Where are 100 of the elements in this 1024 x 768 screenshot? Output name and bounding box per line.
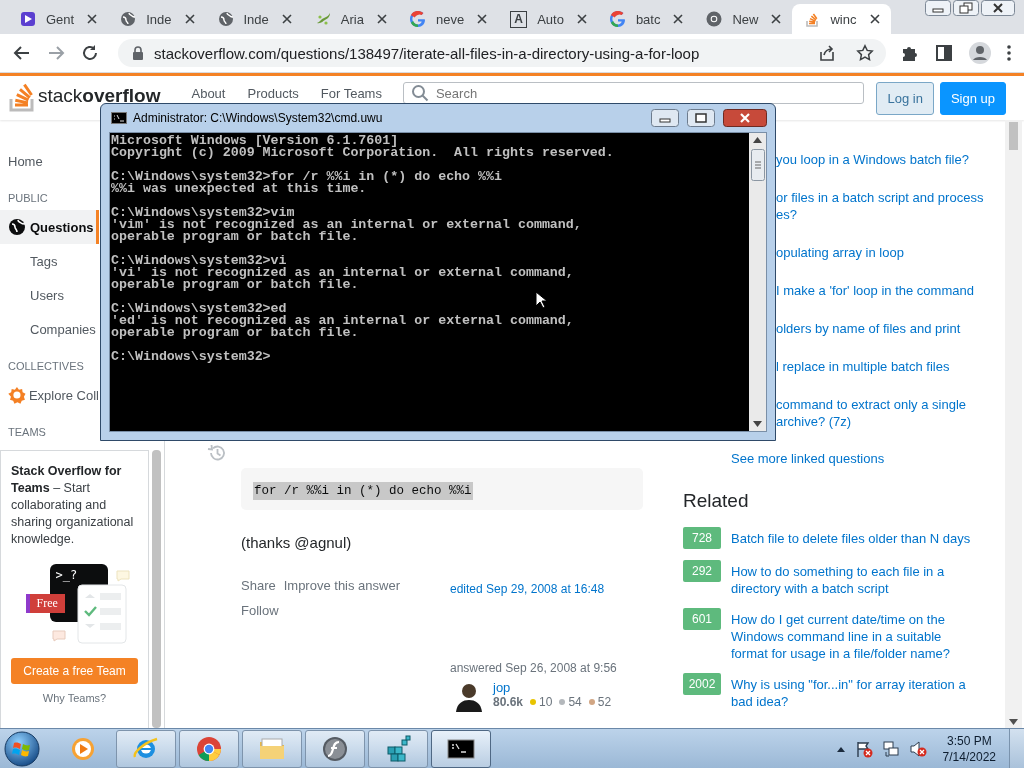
console-icon — [111, 112, 127, 124]
sidebar-item[interactable]: Users — [0, 278, 99, 312]
site-logo[interactable]: stackoverflow — [8, 80, 161, 112]
console-line: operable program or batch file. — [111, 231, 360, 243]
close-icon[interactable] — [980, 0, 1015, 16]
scroll-thumb-icon[interactable] — [750, 149, 765, 181]
scroll-up-icon[interactable] — [753, 137, 762, 143]
nav-link[interactable]: For Teams — [320, 86, 382, 101]
window-title: Administrator: C:\Windows\System32\cmd.uwu — [133, 111, 383, 125]
close-icon[interactable] — [723, 109, 767, 127]
post-menu-link[interactable]: Follow — [241, 602, 279, 619]
score-badge: 2002 — [683, 673, 721, 695]
post-menu-link[interactable]: Share — [241, 577, 276, 594]
prompt-text: >_? — [55, 568, 78, 582]
answer-text: (thanks @agnul) — [241, 534, 353, 551]
linked-question[interactable]: I make a 'for' loop in the command — [776, 282, 1005, 299]
user-name[interactable]: jop — [493, 680, 616, 695]
browser-tab[interactable]: Inde — [205, 4, 303, 34]
linked-question[interactable]: you loop in a Windows batch file? — [776, 151, 1005, 168]
browser-tab[interactable]: batc — [597, 4, 695, 34]
flag-error-icon[interactable] — [854, 739, 873, 758]
minimize-icon[interactable] — [924, 0, 951, 16]
badge-count: 54 — [568, 695, 582, 709]
browser-tab[interactable]: A Auto — [498, 4, 598, 34]
maximize-icon[interactable] — [687, 109, 715, 127]
profile-icon[interactable] — [968, 41, 992, 65]
scrollbar[interactable] — [1005, 120, 1022, 728]
badge-count: 10 — [539, 695, 553, 709]
browser-tab[interactable]: neve — [397, 4, 499, 34]
code-text: for /r %%i in (*) do echo %%i — [253, 482, 473, 500]
browser-icon — [195, 734, 223, 763]
related-question[interactable]: How to do something to each file in a directory with a batch script — [731, 563, 981, 597]
search-field[interactable]: Search — [402, 82, 865, 104]
globe-icon — [217, 11, 234, 27]
related-question[interactable]: How do I get current date/time on the Windows command line in a suitable format for usage in a file/folder name? — [731, 611, 981, 662]
edited-link[interactable]: edited Sep 29, 2008 at 16:48 — [450, 582, 605, 596]
side-panel-icon[interactable] — [934, 43, 954, 63]
browser-icon — [706, 11, 723, 27]
linked-question[interactable]: olders by name of files and print — [776, 320, 1005, 337]
sidebar-item[interactable]: Tags — [0, 244, 99, 278]
browser-tab[interactable]: New — [694, 4, 793, 34]
stack-icon — [804, 11, 821, 27]
nav-link[interactable]: About — [191, 86, 226, 101]
scrollbar[interactable] — [152, 450, 161, 728]
start-button[interactable] — [4, 730, 40, 767]
linked-question[interactable]: l replace in multiple batch files — [776, 358, 1005, 375]
address-field[interactable]: stackoverflow.com/questions/138497/iterate-all-files-in-a-directory-using-a-for-loop — [118, 39, 886, 67]
section-heading: PUBLIC — [7, 191, 48, 206]
browser-tab[interactable]: winc — [792, 4, 891, 34]
console-line: 'vi' is not recognized as an internal or external command, — [111, 267, 575, 279]
see-more-link[interactable]: See more linked questions — [731, 451, 1005, 466]
speech-bubble-icon — [51, 630, 66, 642]
taskbar-button[interactable] — [431, 729, 491, 768]
console-line: Copyright (c) 2009 Microsoft Corporation. All rights reserved. — [111, 147, 615, 159]
checklist-drawing — [76, 584, 127, 644]
menu-icon[interactable] — [1006, 44, 1012, 62]
sidebar-item[interactable]: Home — [0, 144, 99, 178]
sidebar-item[interactable]: Explore Coll — [0, 378, 99, 412]
post-menu-link[interactable]: Improve this answer — [283, 577, 401, 594]
browser-tab[interactable]: Inde — [108, 4, 206, 34]
minimize-icon[interactable] — [651, 109, 679, 127]
card-description: Stack Overflow for Teams – Start collaborating and sharing organizational knowledge. — [11, 463, 135, 548]
sidebar-item[interactable]: Questions — [0, 210, 99, 244]
console-line: 'vim' is not recognized as an internal or external command, — [111, 219, 583, 231]
scrollbar[interactable] — [749, 133, 766, 431]
linked-question[interactable]: opulating array in loop — [776, 244, 1005, 261]
mouse-cursor-icon — [535, 291, 547, 309]
related-question[interactable]: Batch file to delete files older than N days — [731, 530, 981, 547]
network-icon[interactable] — [881, 739, 900, 758]
nav-link[interactable]: Products — [247, 86, 299, 101]
console-line: 'ed' is not recognized as an internal or external command, — [111, 315, 575, 327]
share-icon[interactable] — [818, 44, 836, 62]
why-teams-link[interactable]: Why Teams? — [42, 692, 107, 704]
browser-tab[interactable]: Aria — [302, 4, 398, 34]
log-in-button[interactable]: Log in — [876, 82, 934, 115]
globe-icon — [120, 11, 137, 27]
clock[interactable]: 3:50 PM 7/14/2022 — [932, 732, 1006, 765]
section-title: Related — [683, 490, 750, 512]
star-icon[interactable] — [856, 44, 874, 62]
speech-bubble-icon — [115, 570, 130, 582]
sidebar-item[interactable]: Companies — [0, 312, 99, 346]
answered-time: answered Sep 26, 2008 at 9:56 — [450, 661, 618, 675]
history-icon — [207, 443, 227, 463]
console-line: operable program or batch file. — [111, 279, 360, 291]
browser-tab[interactable]: Gent — [8, 4, 109, 34]
scroll-down-icon[interactable] — [753, 421, 762, 427]
scroll-down-icon[interactable] — [1009, 719, 1018, 725]
console-line: C:\Windows\system32> — [111, 351, 272, 363]
linked-question[interactable]: command to extract only a single archive? (7z) — [776, 396, 1005, 430]
related-question[interactable]: Why is using "for...in" for array iteration a bad idea? — [731, 676, 981, 710]
scroll-thumb[interactable] — [1009, 122, 1018, 150]
linked-question[interactable]: or files in a batch script and process es? — [776, 189, 1005, 223]
reload-icon[interactable] — [80, 43, 100, 63]
restore-icon[interactable] — [952, 0, 979, 16]
free-badge: Free — [25, 594, 65, 613]
volume-muted-icon[interactable] — [908, 739, 927, 758]
g-icon — [409, 11, 426, 27]
badge-star-icon — [8, 386, 26, 404]
cubes-icon — [384, 734, 412, 763]
score-badge: 728 — [683, 527, 721, 549]
